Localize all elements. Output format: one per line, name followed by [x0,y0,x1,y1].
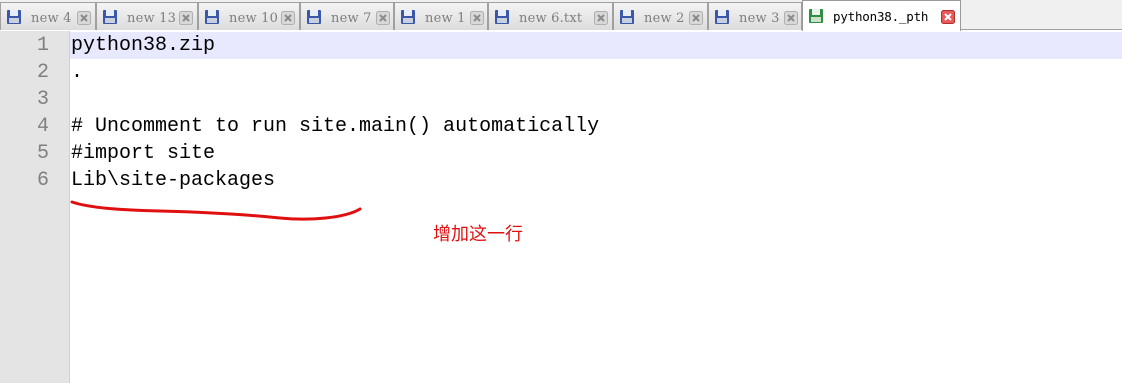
save-icon [307,10,321,24]
tab-new-10[interactable]: new 10 [198,2,300,30]
code-line[interactable]: #import site [71,140,215,167]
tab-new-4[interactable]: new 4 [0,2,96,30]
close-icon[interactable] [594,11,608,25]
line-number: 6 [36,169,49,192]
tab-label: new 2 [644,11,685,26]
tab-new-2[interactable]: new 2 [613,2,708,30]
tab-label: new 7 [331,11,372,26]
save-icon [809,9,823,23]
current-line-highlight [70,32,1122,59]
close-icon[interactable] [784,11,798,25]
save-icon [715,10,729,24]
close-icon[interactable] [179,11,193,25]
tab-label: python38._pth [833,9,929,24]
line-number: 1 [36,34,49,57]
save-icon [495,10,509,24]
code-line[interactable]: # Uncomment to run site.main() automatic… [71,113,599,140]
tab-new-3[interactable]: new 3 [708,2,802,30]
tab-new-7[interactable]: new 7 [300,2,394,30]
line-number: 5 [36,142,49,165]
tab-label: new 3 [739,11,780,26]
code-line[interactable]: . [71,59,83,86]
tab-label: new 13 [127,11,177,26]
tab-python38-pth[interactable]: python38._pth [802,0,961,31]
tab-new-13[interactable]: new 13 [96,2,198,30]
tab-label: new 6.txt [519,11,583,26]
code-line[interactable]: python38.zip [71,32,215,59]
tab-label: new 1 [425,11,466,26]
save-icon [205,10,219,24]
save-icon [620,10,634,24]
tab-bar: new 4 new 13 new 10 new 7 new 1 new 6.tx… [0,0,1122,31]
close-icon[interactable] [941,10,955,24]
close-icon[interactable] [470,11,484,25]
tab-new-6-txt[interactable]: new 6.txt [488,2,613,30]
close-icon[interactable] [281,11,295,25]
save-icon [103,10,117,24]
save-icon [7,10,21,24]
tab-label: new 10 [229,11,279,26]
line-number: 2 [36,61,49,84]
text-editor[interactable]: python38.zip . # Uncomment to run site.m… [70,31,1122,383]
line-number: 4 [36,115,49,138]
code-line[interactable]: Lib\site-packages [71,167,275,194]
tab-new-1[interactable]: new 1 [394,2,488,30]
line-number-gutter: 1 2 3 4 5 6 [0,31,70,383]
close-icon[interactable] [689,11,703,25]
annotation-text: 增加这一行 [433,224,523,245]
line-number: 3 [36,88,49,111]
close-icon[interactable] [376,11,390,25]
save-icon [401,10,415,24]
close-icon[interactable] [77,11,91,25]
tab-label: new 4 [31,11,72,26]
